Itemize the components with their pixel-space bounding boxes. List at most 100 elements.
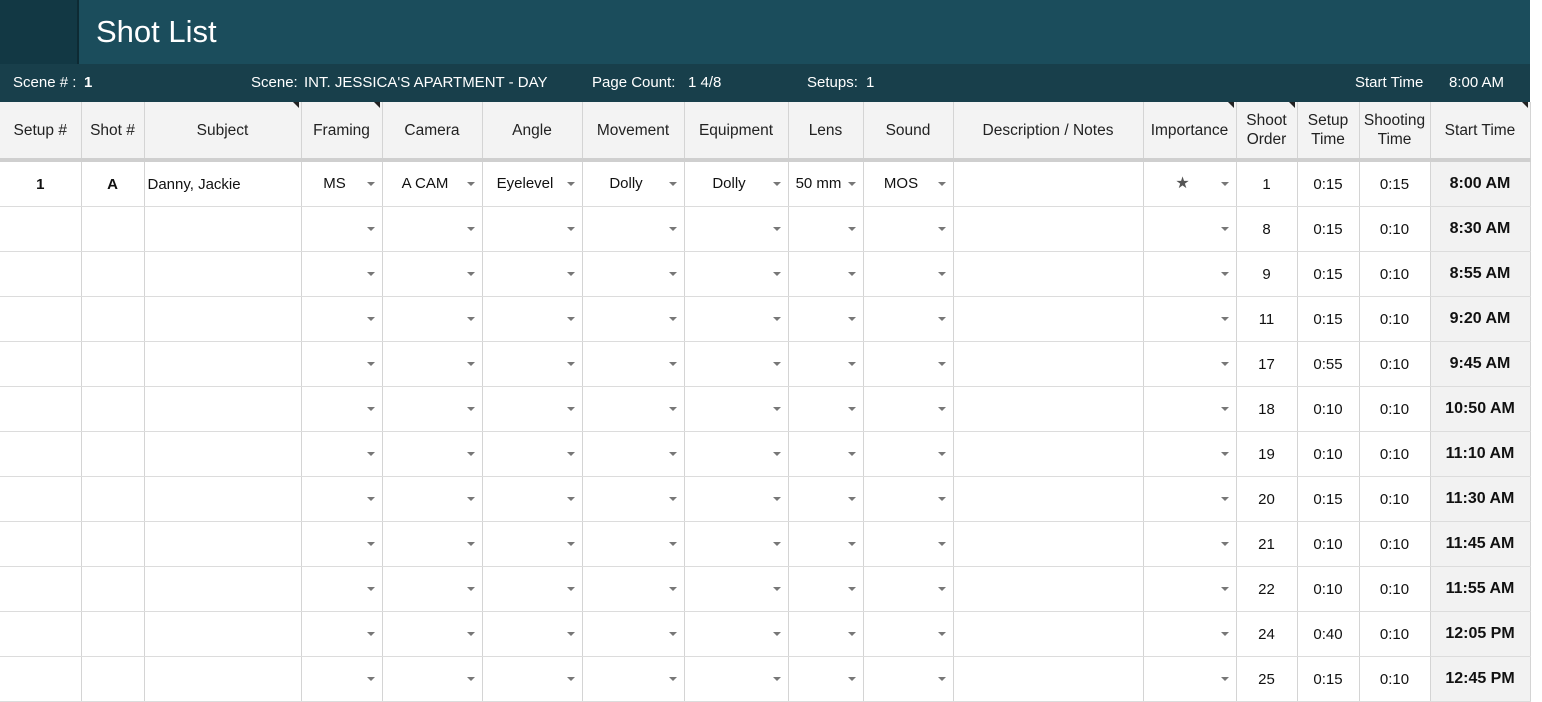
col-equipment[interactable]: Equipment <box>684 102 789 162</box>
cell-shot[interactable] <box>81 521 145 567</box>
cell-importance[interactable] <box>1143 251 1237 297</box>
equipment-dropdown[interactable] <box>685 342 788 386</box>
sound-dropdown[interactable] <box>864 612 953 656</box>
camera-dropdown[interactable] <box>383 252 482 296</box>
cell-shooting_time[interactable]: 0:10 <box>1359 386 1431 432</box>
cell-importance[interactable] <box>1143 611 1237 657</box>
chevron-down-icon[interactable] <box>772 542 781 546</box>
col-shot[interactable]: Shot # <box>81 102 145 162</box>
camera-dropdown[interactable] <box>383 567 482 611</box>
camera-dropdown[interactable]: A CAM <box>383 162 482 206</box>
cell-setup[interactable] <box>0 386 82 432</box>
sound-dropdown[interactable] <box>864 432 953 476</box>
cell-framing[interactable] <box>301 386 383 432</box>
cell-camera[interactable] <box>382 431 483 477</box>
cell-setup[interactable] <box>0 521 82 567</box>
importance-dropdown[interactable] <box>1144 207 1236 251</box>
chevron-down-icon[interactable] <box>937 677 946 681</box>
importance-dropdown[interactable] <box>1144 387 1236 431</box>
cell-sound[interactable]: MOS <box>863 160 954 207</box>
cell-setup[interactable] <box>0 656 82 702</box>
chevron-down-icon[interactable] <box>937 362 946 366</box>
cell-lens[interactable] <box>788 431 864 477</box>
lens-dropdown[interactable] <box>789 207 863 251</box>
cell-shot[interactable]: A <box>81 160 145 207</box>
chevron-down-icon[interactable] <box>566 632 575 636</box>
cell-description[interactable] <box>953 431 1144 477</box>
importance-dropdown[interactable] <box>1144 657 1236 701</box>
cell-description[interactable] <box>953 611 1144 657</box>
chevron-down-icon[interactable] <box>1220 362 1229 366</box>
equipment-dropdown[interactable] <box>685 477 788 521</box>
cell-lens[interactable] <box>788 611 864 657</box>
cell-equipment[interactable] <box>684 566 789 612</box>
cell-sound[interactable] <box>863 386 954 432</box>
cell-setup[interactable] <box>0 476 82 522</box>
cell-angle[interactable] <box>482 386 583 432</box>
angle-dropdown[interactable] <box>483 567 582 611</box>
cell-setup_time[interactable]: 0:10 <box>1297 521 1360 567</box>
cell-camera[interactable] <box>382 476 483 522</box>
chevron-down-icon[interactable] <box>847 362 856 366</box>
cell-movement[interactable] <box>582 206 685 252</box>
lens-dropdown[interactable] <box>789 342 863 386</box>
chevron-down-icon[interactable] <box>668 497 677 501</box>
movement-dropdown[interactable] <box>583 207 684 251</box>
movement-dropdown[interactable] <box>583 432 684 476</box>
sound-dropdown[interactable] <box>864 522 953 566</box>
chevron-down-icon[interactable] <box>566 587 575 591</box>
cell-equipment[interactable] <box>684 431 789 477</box>
cell-camera[interactable] <box>382 251 483 297</box>
col-setup[interactable]: Setup # <box>0 102 82 162</box>
sound-dropdown[interactable] <box>864 207 953 251</box>
movement-dropdown[interactable] <box>583 657 684 701</box>
cell-start[interactable]: 8:30 AM <box>1430 206 1531 252</box>
cell-framing[interactable] <box>301 521 383 567</box>
cell-angle[interactable] <box>482 251 583 297</box>
cell-sound[interactable] <box>863 656 954 702</box>
chevron-down-icon[interactable] <box>847 542 856 546</box>
cell-setup_time[interactable]: 0:15 <box>1297 476 1360 522</box>
cell-camera[interactable] <box>382 566 483 612</box>
equipment-dropdown[interactable] <box>685 657 788 701</box>
chevron-down-icon[interactable] <box>847 272 856 276</box>
chevron-down-icon[interactable] <box>1220 317 1229 321</box>
chevron-down-icon[interactable] <box>466 632 475 636</box>
cell-camera[interactable]: A CAM <box>382 160 483 207</box>
cell-shot[interactable] <box>81 251 145 297</box>
cell-order[interactable]: 9 <box>1236 251 1298 297</box>
sound-dropdown[interactable] <box>864 252 953 296</box>
cell-subject[interactable]: Danny, Jackie <box>144 160 302 207</box>
framing-dropdown[interactable] <box>302 477 382 521</box>
sound-dropdown[interactable] <box>864 342 953 386</box>
equipment-dropdown[interactable] <box>685 522 788 566</box>
cell-camera[interactable] <box>382 521 483 567</box>
framing-dropdown[interactable] <box>302 567 382 611</box>
chevron-down-icon[interactable] <box>366 272 375 276</box>
sound-dropdown[interactable]: MOS <box>864 162 953 206</box>
cell-importance[interactable] <box>1143 431 1237 477</box>
cell-lens[interactable] <box>788 386 864 432</box>
movement-dropdown[interactable] <box>583 522 684 566</box>
cell-sound[interactable] <box>863 611 954 657</box>
cell-shooting_time[interactable]: 0:10 <box>1359 521 1431 567</box>
framing-dropdown[interactable] <box>302 432 382 476</box>
cell-equipment[interactable] <box>684 611 789 657</box>
cell-start[interactable]: 11:55 AM <box>1430 566 1531 612</box>
chevron-down-icon[interactable] <box>937 632 946 636</box>
chevron-down-icon[interactable] <box>466 362 475 366</box>
cell-importance[interactable] <box>1143 656 1237 702</box>
chevron-down-icon[interactable] <box>668 317 677 321</box>
lens-dropdown[interactable] <box>789 387 863 431</box>
cell-framing[interactable] <box>301 206 383 252</box>
cell-order[interactable]: 24 <box>1236 611 1298 657</box>
cell-movement[interactable] <box>582 521 685 567</box>
chevron-down-icon[interactable] <box>847 407 856 411</box>
lens-dropdown[interactable]: 50 mm <box>789 162 863 206</box>
cell-start[interactable]: 9:20 AM <box>1430 296 1531 342</box>
cell-angle[interactable] <box>482 341 583 387</box>
col-angle[interactable]: Angle <box>482 102 583 162</box>
chevron-down-icon[interactable] <box>847 452 856 456</box>
cell-framing[interactable] <box>301 656 383 702</box>
cell-order[interactable]: 19 <box>1236 431 1298 477</box>
